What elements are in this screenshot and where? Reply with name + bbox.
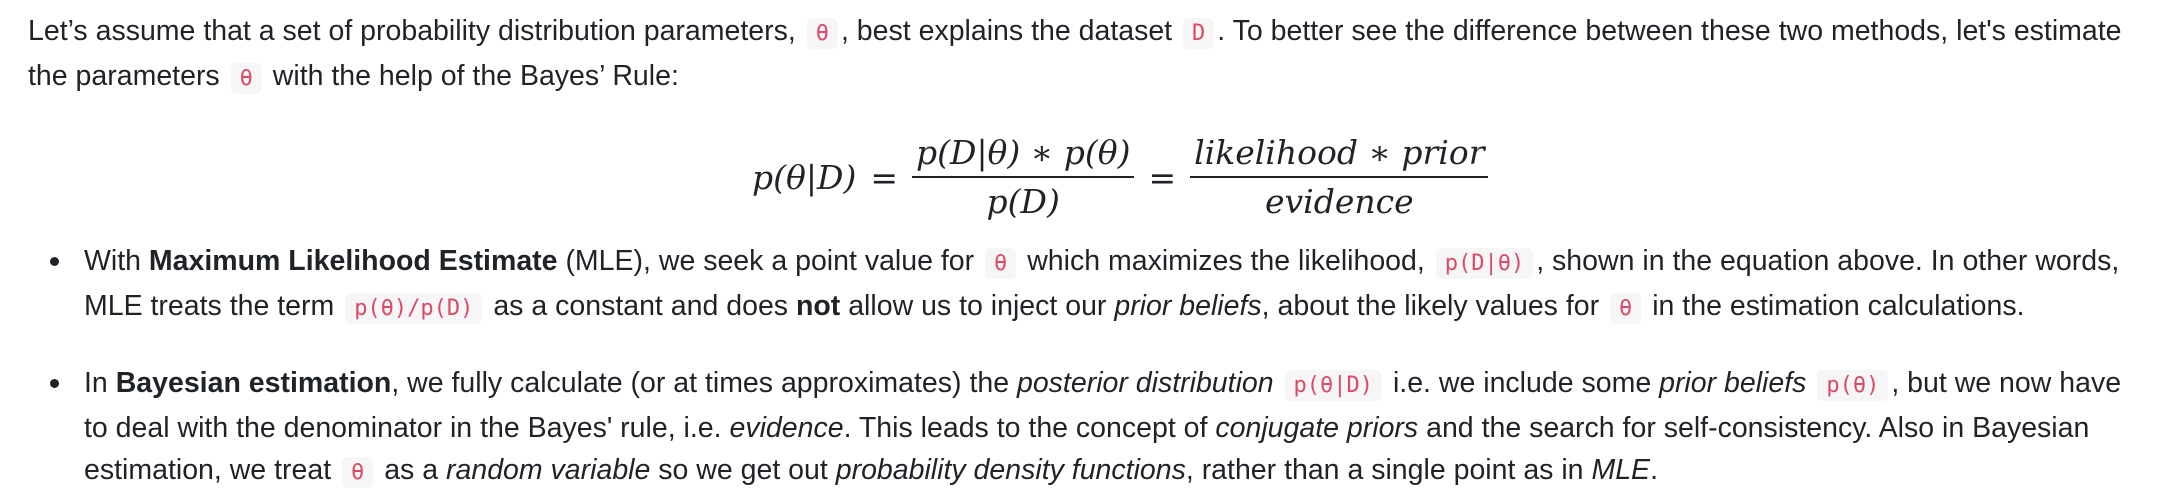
bullet-text: . — [1650, 454, 1658, 486]
italic-term: prior beliefs — [1114, 290, 1262, 322]
inline-code-likelihood: p(D|θ) — [1435, 248, 1534, 279]
fraction-words: likelihood ∗ prior evidence — [1190, 133, 1489, 221]
italic-term: prior beliefs — [1659, 367, 1807, 399]
inline-code-theta: θ — [985, 248, 1017, 279]
italic-term: posterior distribution — [1016, 367, 1274, 399]
bullet-list: With Maximum Likelihood Estimate (MLE), … — [28, 240, 2138, 494]
italic-term: evidence — [729, 412, 844, 444]
fraction-bayes: p(D|θ) ∗ p(θ) p(D) — [911, 133, 1135, 221]
inline-code-theta: θ — [1610, 293, 1642, 324]
fraction-numerator: likelihood ∗ prior — [1194, 133, 1485, 172]
inline-code-theta: θ — [230, 63, 262, 94]
fraction-numerator: p(D|θ) ∗ p(θ) — [915, 133, 1131, 172]
intro-text: with the help of the Bayes’ Rule: — [272, 60, 679, 92]
italic-term: conjugate priors — [1215, 412, 1419, 444]
bullet-text: , we fully calculate (or at times approx… — [391, 367, 1010, 399]
bayes-rule-equation: p(θ|D) = p(D|θ) ∗ p(θ) p(D) = likelihood… — [28, 114, 2138, 240]
intro-text: , best explains the dataset — [840, 15, 1173, 47]
equals-sign: = — [870, 157, 898, 197]
bullet-text: In — [84, 367, 108, 399]
inline-code-prior: p(θ) — [1817, 370, 1889, 401]
intro-paragraph: Let’s assume that a set of probability d… — [28, 10, 2138, 100]
inline-code-d: D — [1183, 18, 1215, 49]
article-body: Let’s assume that a set of probability d… — [28, 10, 2138, 494]
bold-term: Maximum Likelihood Estimate — [148, 245, 558, 277]
bullet-text: , about the likely values for — [1261, 290, 1600, 322]
bullet-text: as a constant and does — [493, 290, 789, 322]
bullet-text: in the estimation calculations. — [1652, 290, 2025, 322]
inline-code-posterior: p(θ|D) — [1284, 370, 1383, 401]
italic-term: MLE — [1591, 454, 1651, 486]
inline-code-theta: θ — [342, 457, 374, 488]
bullet-text: so we get out — [658, 454, 828, 486]
bullet-text: i.e. we include some — [1392, 367, 1652, 399]
bullet-dot-icon — [50, 379, 59, 388]
inline-code-ratio: p(θ)/p(D) — [345, 293, 483, 324]
bullet-text: . This leads to the concept of — [843, 412, 1208, 444]
bullet-dot-icon — [50, 257, 59, 266]
bullet-text: as a — [384, 454, 439, 486]
bullet-item-bayesian: In Bayesian estimation, we fully calcula… — [28, 362, 2138, 494]
inline-code-theta: θ — [806, 18, 838, 49]
italic-term: random variable — [446, 454, 651, 486]
fraction-denominator: p(D) — [986, 182, 1060, 221]
equation-lhs: p(θ|D) — [752, 157, 857, 197]
bullet-text: which maximizes the likelihood, — [1027, 245, 1425, 277]
bullet-text: (MLE), we seek a point value for — [565, 245, 975, 277]
bullet-text: With — [84, 245, 141, 277]
bullet-text: , rather than a single point as in — [1185, 454, 1584, 486]
equals-sign: = — [1148, 157, 1177, 197]
bold-term: Bayesian estimation — [115, 367, 392, 399]
bullet-item-mle: With Maximum Likelihood Estimate (MLE), … — [28, 240, 2138, 330]
italic-term: probability density functions — [835, 454, 1186, 486]
intro-text: Let’s assume that a set of probability d… — [28, 15, 796, 47]
bullet-text: allow us to inject our — [848, 290, 1107, 322]
bold-term: not — [795, 290, 841, 322]
fraction-denominator: evidence — [1264, 182, 1414, 221]
